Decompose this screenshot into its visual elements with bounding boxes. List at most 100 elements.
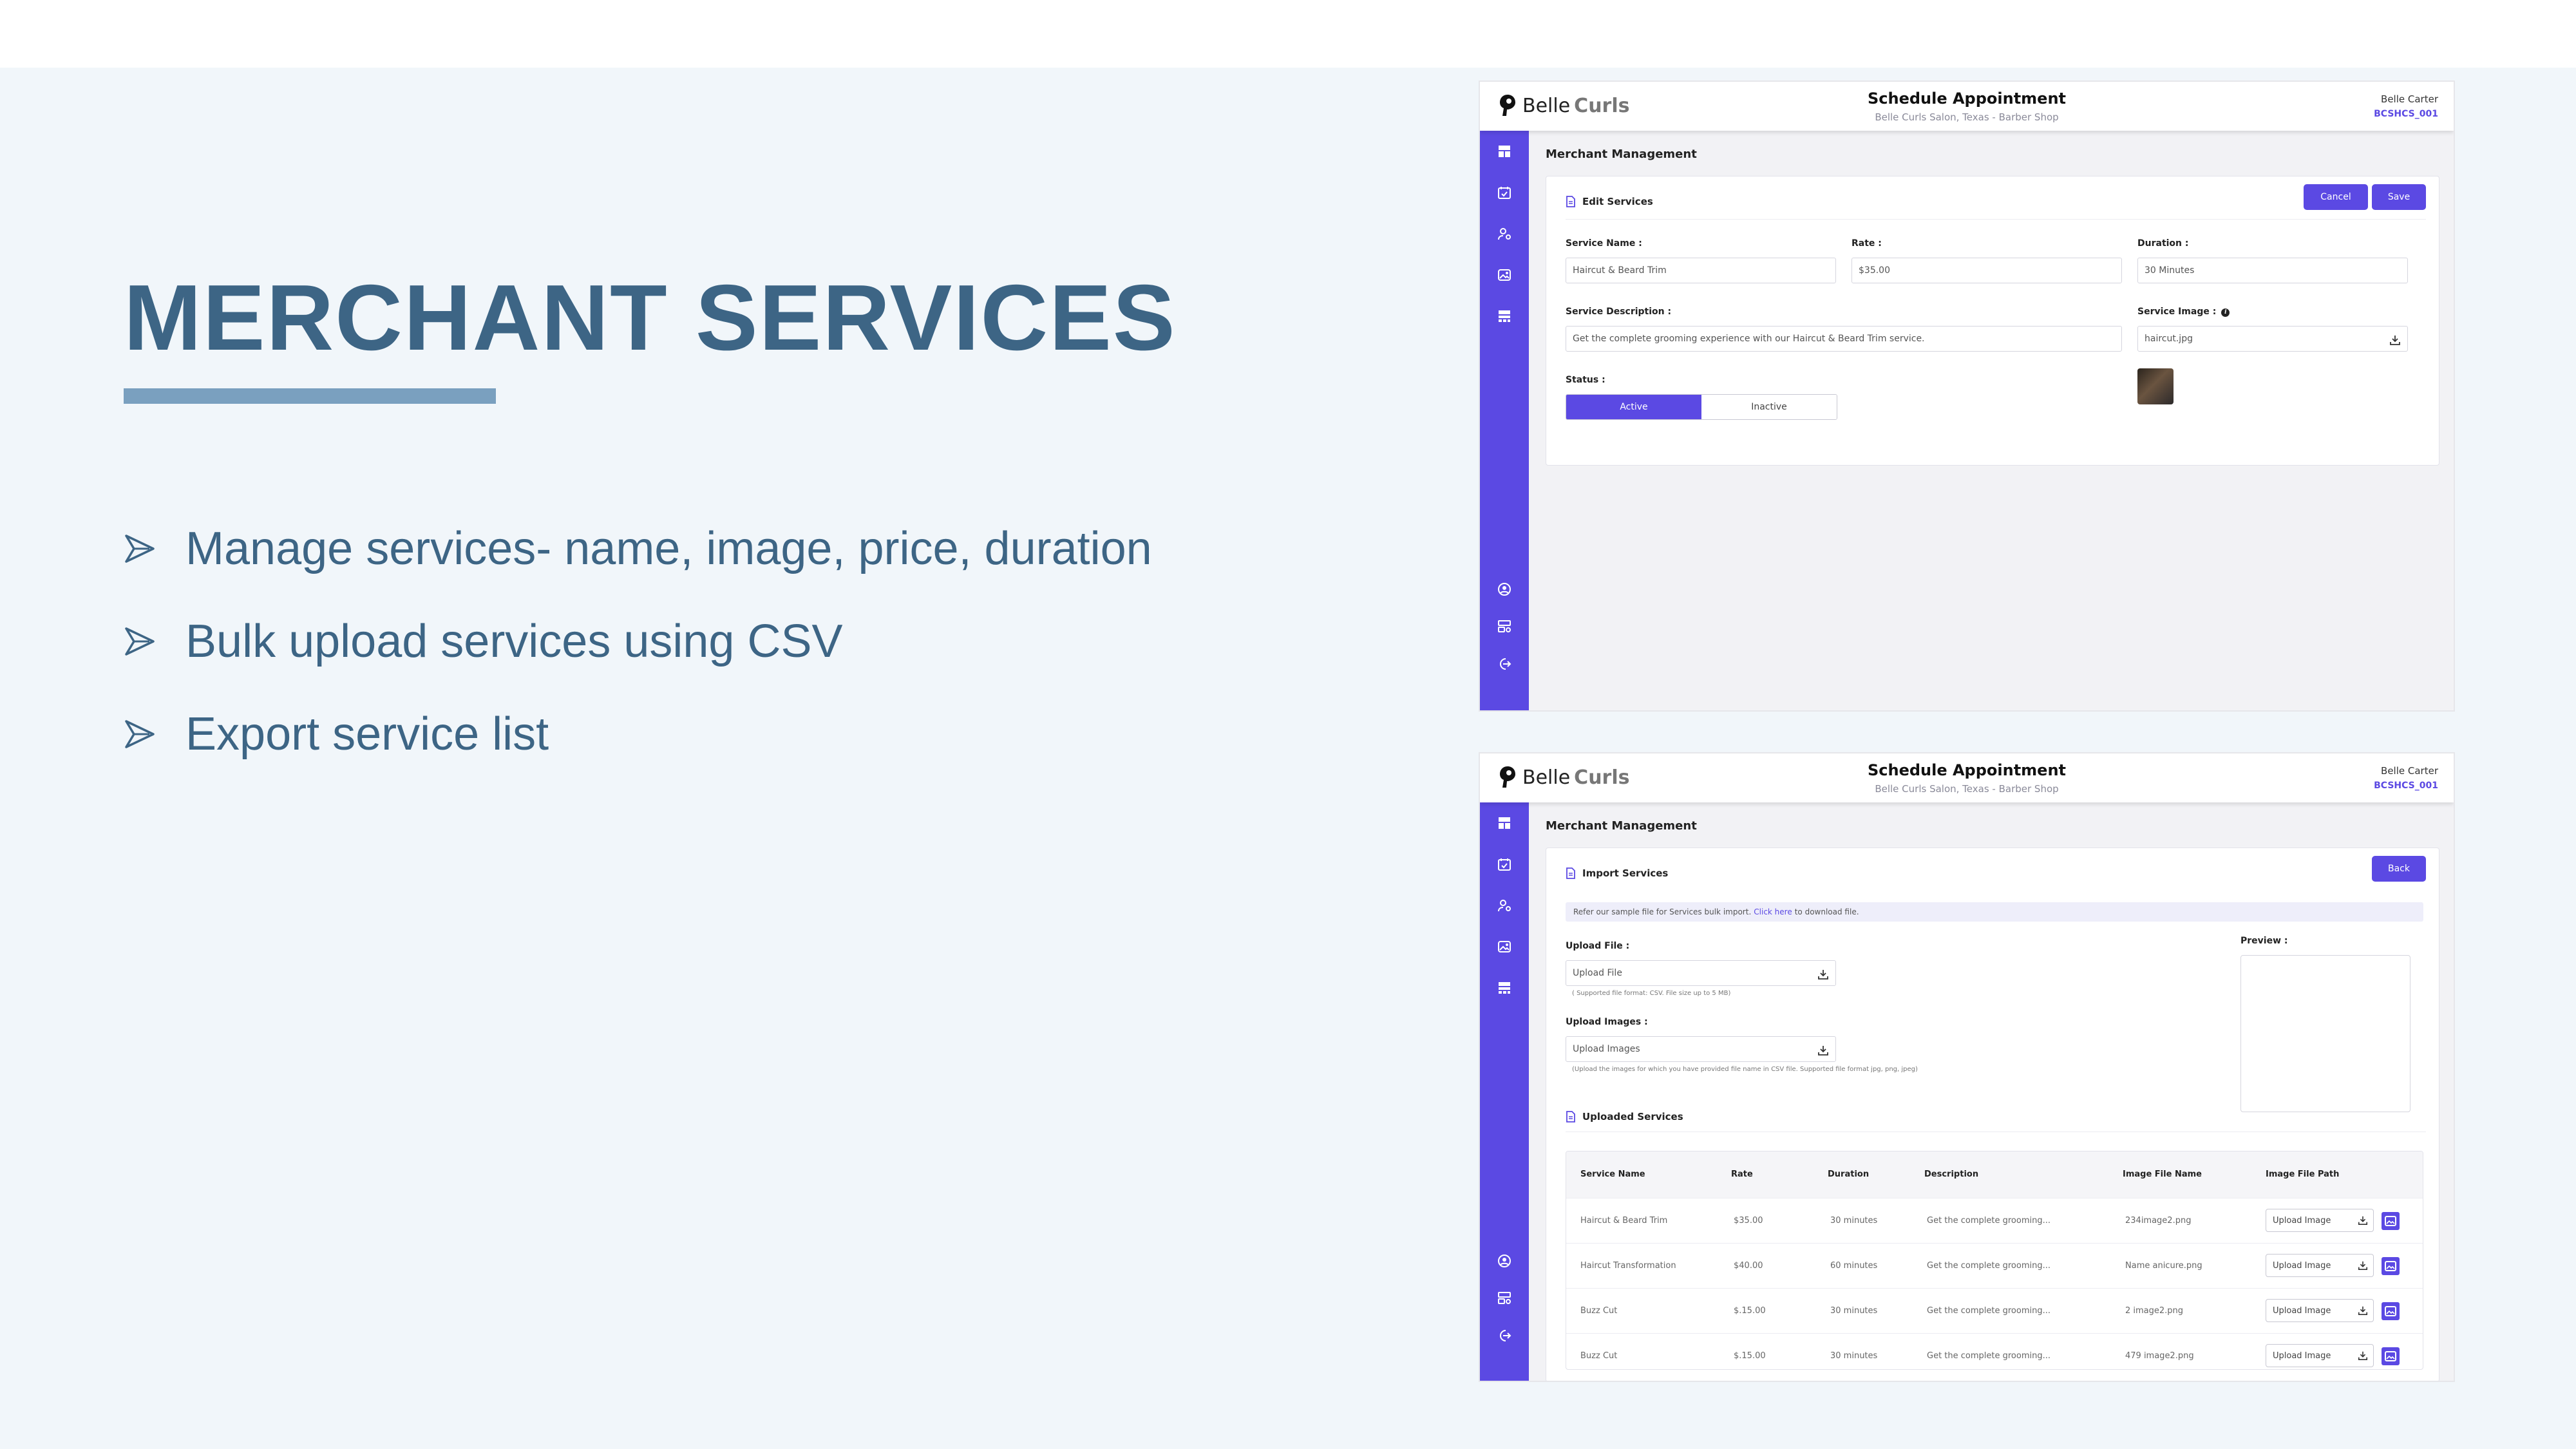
table-row: Buzz Cut $.15.00 30 minutes Get the comp… <box>1566 1288 2423 1333</box>
services-icon[interactable] <box>1497 308 1512 324</box>
card-header: Edit Services <box>1566 196 1653 207</box>
gallery-icon[interactable] <box>1497 939 1512 954</box>
status-inactive-option[interactable]: Inactive <box>1701 395 1837 419</box>
banner-text: Refer our sample file for Services bulk … <box>1573 907 1752 916</box>
banner-text-end: to download file. <box>1794 907 1859 916</box>
service-image-filename: haircut.jpg <box>2145 334 2193 344</box>
upload-icon[interactable] <box>1817 969 1829 980</box>
logout-icon[interactable] <box>1497 1328 1512 1343</box>
upload-icon[interactable] <box>2389 334 2401 346</box>
user-settings-icon[interactable] <box>1497 898 1512 913</box>
upload-images-input[interactable]: Upload Images <box>1566 1036 1836 1062</box>
page-subtitle: Belle Curls Salon, Texas - Barber Shop <box>1875 111 2059 123</box>
upload-icon <box>2358 1350 2368 1361</box>
upload-icon <box>2358 1215 2368 1226</box>
settings-icon[interactable] <box>1497 1291 1512 1306</box>
col-image-file-path: Image File Path <box>2266 1170 2340 1179</box>
upload-images-placeholder: Upload Images <box>1573 1044 1640 1054</box>
service-image-input[interactable]: haircut.jpg <box>2137 326 2408 352</box>
view-image-icon[interactable] <box>2382 1347 2400 1365</box>
status-label: Status : <box>1566 375 1605 385</box>
user-settings-icon[interactable] <box>1497 226 1512 242</box>
top-bar: Belle Curls Schedule Appointment Belle Cu… <box>1480 753 2454 802</box>
service-name-input[interactable]: Haircut & Beard Trim <box>1566 258 1836 283</box>
import-services-card: Import Services Back Refer our sample fi… <box>1546 848 2439 1381</box>
dashboard-icon[interactable] <box>1497 144 1512 159</box>
cell-service-name: Haircut & Beard Trim <box>1580 1216 1668 1226</box>
upload-icon[interactable] <box>1817 1045 1829 1056</box>
logout-icon[interactable] <box>1497 656 1512 672</box>
profile-icon[interactable] <box>1497 582 1512 597</box>
cancel-button[interactable]: Cancel <box>2304 184 2368 210</box>
feature-list: Manage services- name, image, price, dur… <box>124 502 1152 781</box>
cell-duration: 30 minutes <box>1830 1216 1878 1226</box>
table-row: Buzz Cut $.15.00 30 minutes Get the comp… <box>1566 1333 2423 1369</box>
import-services-screenshot: Belle Curls Schedule Appointment Belle Cu… <box>1479 752 2455 1382</box>
col-duration: Duration <box>1828 1170 1870 1179</box>
cell-image-file-name: 234image2.png <box>2125 1216 2192 1226</box>
dashboard-icon[interactable] <box>1497 815 1512 831</box>
card-header: Import Services <box>1566 867 1668 879</box>
edit-services-screenshot: Belle Curls Schedule Appointment Belle Cu… <box>1479 80 2455 712</box>
cell-rate: $35.00 <box>1734 1216 1763 1226</box>
calendar-check-icon[interactable] <box>1497 185 1512 200</box>
save-button[interactable]: Save <box>2372 184 2426 210</box>
duration-label: Duration : <box>2137 238 2189 249</box>
feature-item: Manage services- name, image, price, dur… <box>124 502 1152 595</box>
sidebar <box>1480 131 1529 710</box>
cell-description: Get the complete grooming... <box>1927 1306 2051 1316</box>
cell-image-file-name: 2 image2.png <box>2125 1306 2184 1316</box>
back-button[interactable]: Back <box>2372 856 2426 882</box>
user-info[interactable]: Belle Carter BCSHCS_001 <box>2374 765 2438 791</box>
document-icon <box>1566 196 1576 207</box>
user-name: Belle Carter <box>2381 765 2438 777</box>
status-active-option[interactable]: Active <box>1566 395 1701 419</box>
upload-image-button[interactable]: Upload Image <box>2266 1344 2374 1367</box>
uploaded-services-header: Uploaded Services <box>1566 1111 1683 1122</box>
calendar-check-icon[interactable] <box>1497 857 1512 872</box>
view-image-icon[interactable] <box>2382 1257 2400 1275</box>
cell-image-file-name: 479 image2.png <box>2125 1351 2194 1361</box>
duration-input[interactable]: 30 Minutes <box>2137 258 2408 283</box>
settings-icon[interactable] <box>1497 619 1512 634</box>
upload-image-button[interactable]: Upload Image <box>2266 1254 2374 1277</box>
profile-icon[interactable] <box>1497 1253 1512 1269</box>
upload-image-button[interactable]: Upload Image <box>2266 1209 2374 1232</box>
info-icon[interactable]: i <box>2221 308 2230 317</box>
cell-duration: 30 minutes <box>1830 1351 1878 1361</box>
feature-item: Export service list <box>124 688 1152 781</box>
arrow-bullet-icon <box>124 719 155 750</box>
cell-rate: $.15.00 <box>1734 1306 1766 1316</box>
title-underline <box>124 388 496 404</box>
col-rate: Rate <box>1731 1170 1753 1179</box>
services-icon[interactable] <box>1497 980 1512 996</box>
download-sample-link[interactable]: Click here <box>1754 907 1792 916</box>
user-code: BCSHCS_001 <box>2374 781 2438 791</box>
col-image-file-name: Image File Name <box>2123 1170 2202 1179</box>
view-image-icon[interactable] <box>2382 1302 2400 1320</box>
user-info[interactable]: Belle Carter BCSHCS_001 <box>2374 93 2438 119</box>
cell-description: Get the complete grooming... <box>1927 1261 2051 1271</box>
preview-panel <box>2240 955 2410 1112</box>
arrow-bullet-icon <box>124 626 155 657</box>
section-title: Merchant Management <box>1546 147 1697 161</box>
document-icon <box>1566 1111 1576 1122</box>
gallery-icon[interactable] <box>1497 267 1512 283</box>
upload-icon <box>2358 1305 2368 1316</box>
feature-item: Bulk upload services using CSV <box>124 595 1152 688</box>
upload-image-button[interactable]: Upload Image <box>2266 1299 2374 1322</box>
upload-file-label: Upload File : <box>1566 941 1630 951</box>
view-image-icon[interactable] <box>2382 1212 2400 1230</box>
document-icon <box>1566 867 1576 879</box>
rate-input[interactable]: $35.00 <box>1852 258 2122 283</box>
service-description-input[interactable]: Get the complete grooming experience wit… <box>1566 326 2122 352</box>
card-title: Import Services <box>1582 867 1669 879</box>
upload-images-label: Upload Images : <box>1566 1017 1648 1027</box>
sidebar <box>1480 802 1529 1381</box>
page-subtitle: Belle Curls Salon, Texas - Barber Shop <box>1875 783 2059 795</box>
service-description-label: Service Description : <box>1566 307 1672 317</box>
upload-file-input[interactable]: Upload File <box>1566 960 1836 986</box>
preview-label: Preview : <box>2240 936 2288 946</box>
service-image-label: Service Image :i <box>2137 307 2230 317</box>
page-title: Schedule Appointment <box>1867 761 2067 779</box>
